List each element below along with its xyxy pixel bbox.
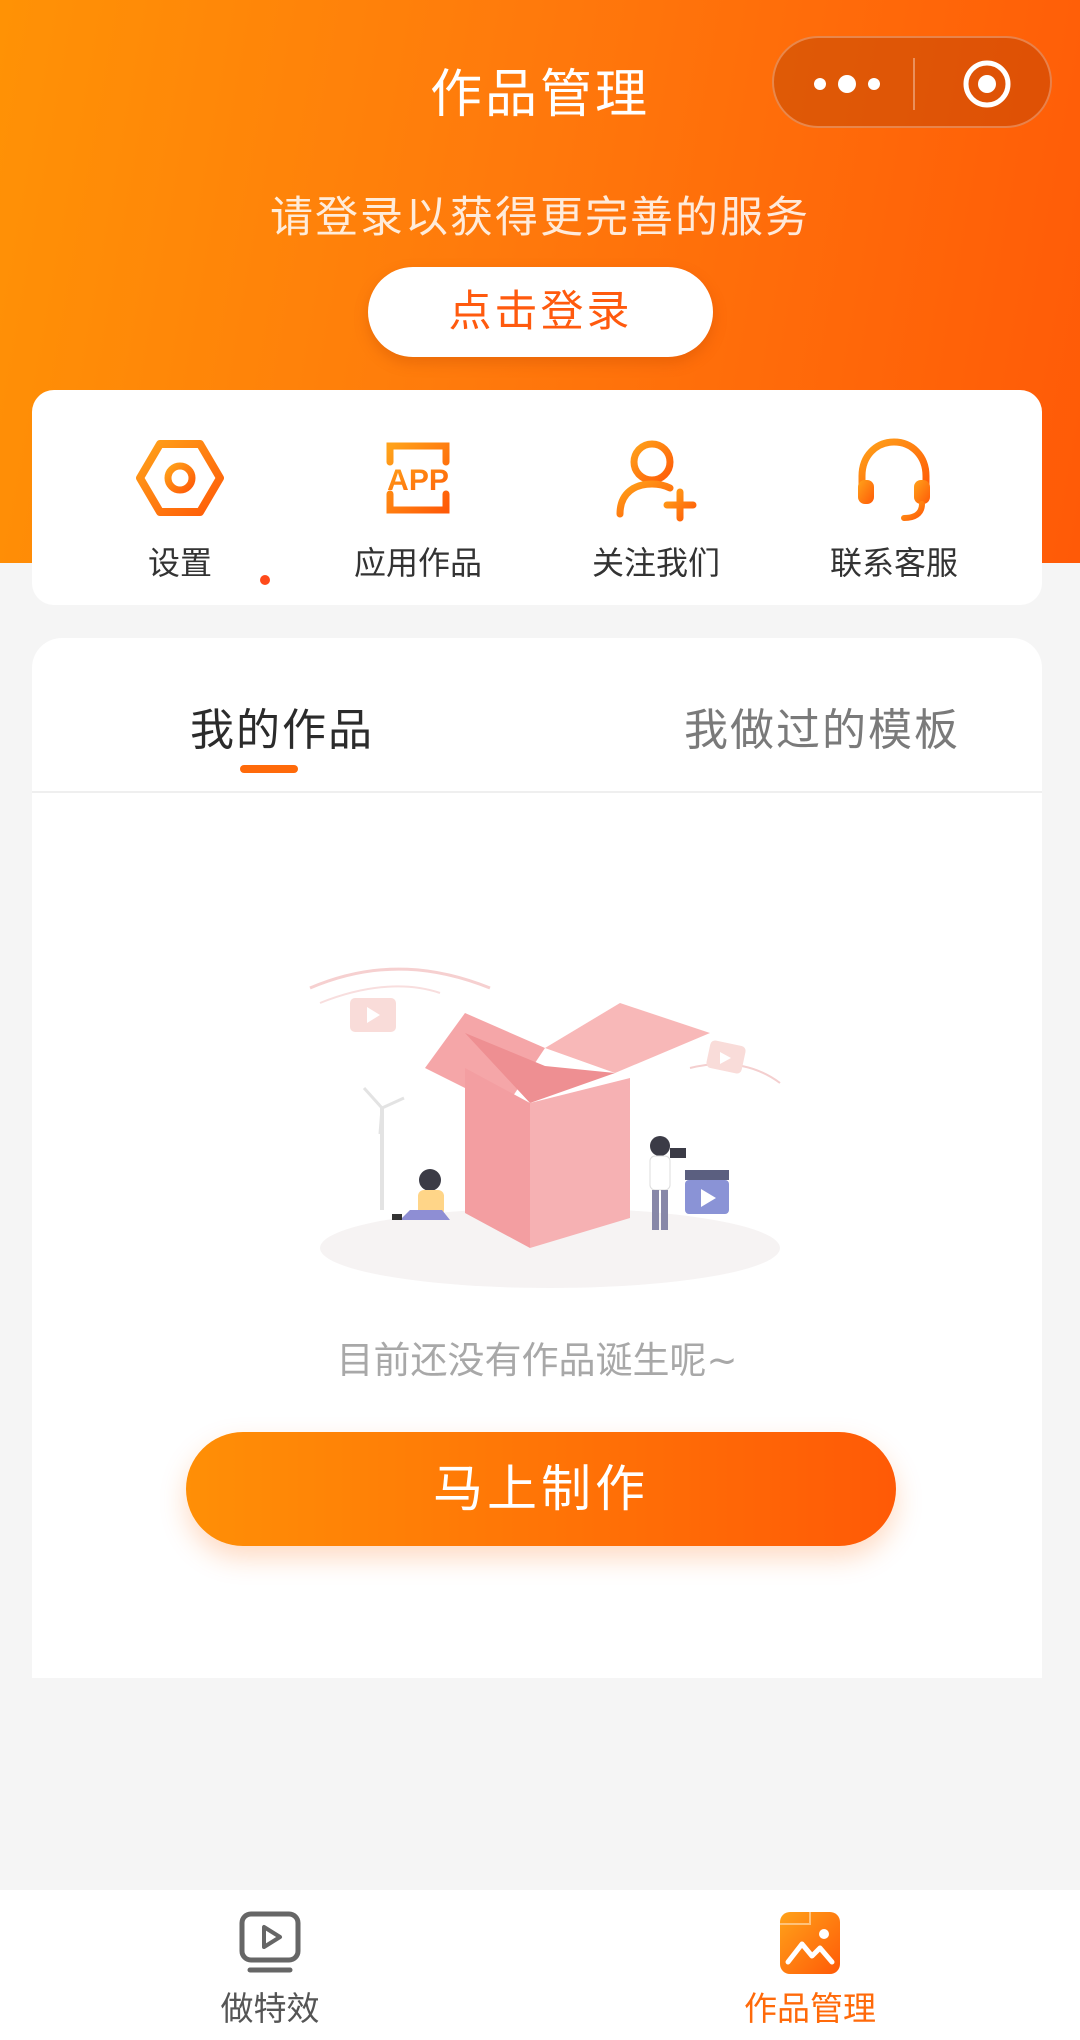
quick-action-label: 设置 (147, 544, 212, 582)
quick-action-follow-us[interactable]: 关注我们 (556, 430, 756, 590)
quick-action-settings[interactable]: 设置 (80, 430, 280, 590)
active-tab-indicator (240, 765, 298, 773)
tabbar-item-works-management[interactable]: 作品管理 (660, 1910, 960, 2030)
tab-my-works[interactable]: 我的作品 (32, 694, 532, 758)
bottom-tab-bar: 做特效 作品管理 (0, 1890, 1080, 2040)
quick-actions-card: 设置 APP 应用作品 关注我们 联系客服 (32, 390, 1042, 605)
quick-action-app-works[interactable]: APP 应用作品 (318, 430, 518, 590)
works-card: 我的作品 我做过的模板 目前还没有作品诞生呢~ 马上制作 (32, 638, 1042, 1678)
capsule-divider (913, 58, 915, 110)
tabbar-label: 作品管理 (744, 1989, 876, 2028)
gallery-image-icon (780, 1912, 840, 1974)
quick-action-label: 应用作品 (353, 544, 482, 582)
add-user-icon (616, 440, 697, 522)
more-dots-icon[interactable] (814, 68, 914, 100)
notification-badge (260, 575, 270, 585)
mini-program-capsule (772, 36, 1052, 128)
create-now-button[interactable]: 马上制作 (186, 1432, 896, 1546)
hexagon-settings-icon (136, 440, 224, 516)
headset-icon (858, 438, 930, 521)
tabbar-item-effects[interactable]: 做特效 (120, 1910, 420, 2030)
empty-box-illustration (309, 967, 781, 1288)
quick-action-label: 关注我们 (591, 544, 720, 582)
login-button[interactable]: 点击登录 (368, 267, 713, 357)
svg-text:APP: APP (387, 464, 449, 497)
app-icon: APP (386, 442, 450, 514)
target-circle-icon[interactable] (962, 59, 1012, 109)
quick-action-contact-support[interactable]: 联系客服 (794, 430, 994, 590)
empty-state-message: 目前还没有作品诞生呢~ (336, 1339, 738, 1382)
tab-divider (32, 791, 1042, 793)
tab-used-templates[interactable]: 我做过的模板 (542, 694, 1042, 758)
tabbar-label: 做特效 (220, 1989, 320, 2028)
quick-action-label: 联系客服 (829, 544, 958, 582)
video-play-icon (239, 1911, 301, 1973)
login-hint: 请登录以获得更完善的服务 (270, 193, 810, 243)
